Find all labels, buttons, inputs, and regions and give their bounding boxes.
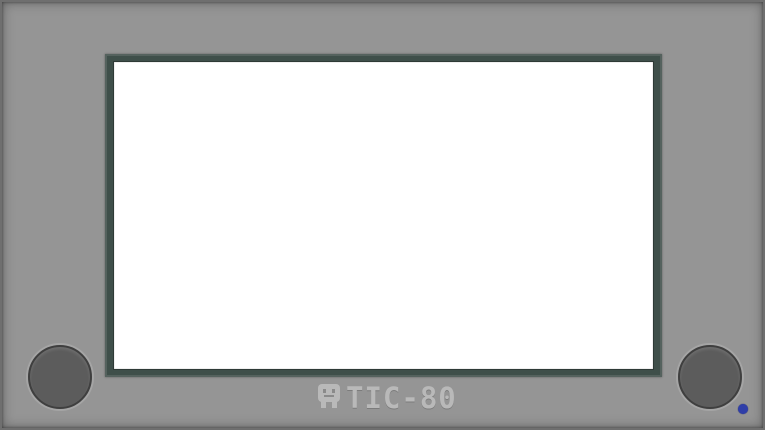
console-frame: TIC-80 (0, 0, 765, 430)
left-knob[interactable] (28, 345, 92, 409)
logo-text: TIC-80 (346, 381, 457, 415)
tic80-logo: TIC-80 (316, 381, 457, 415)
tic80-face-icon (316, 382, 342, 415)
drawing-screen[interactable] (113, 61, 654, 370)
right-knob[interactable] (678, 345, 742, 409)
status-indicator (738, 404, 748, 414)
